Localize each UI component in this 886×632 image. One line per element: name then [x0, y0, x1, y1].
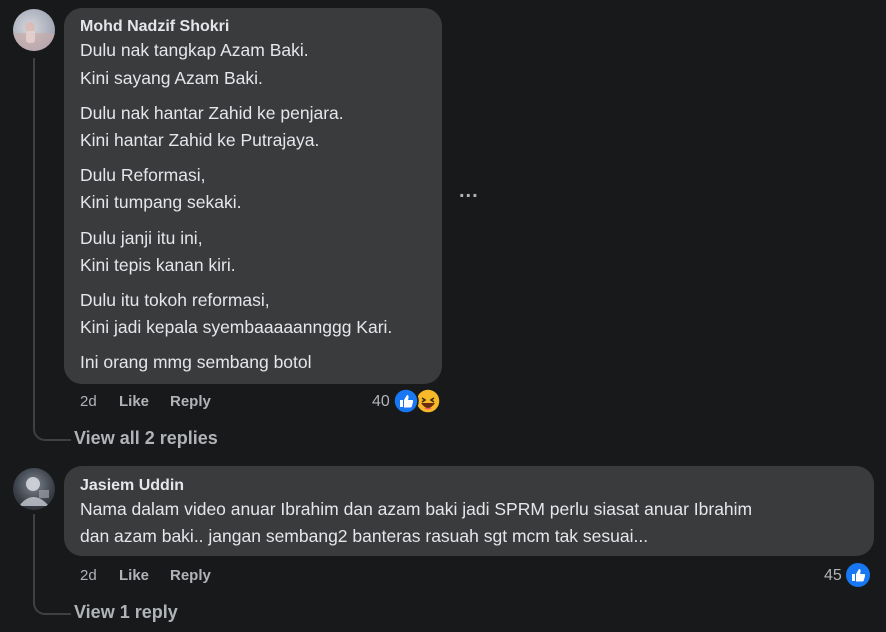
comment-text-line: Kini tumpang sekaki. [80, 192, 242, 212]
thread-line [33, 58, 35, 422]
profile-photo-icon [19, 477, 49, 506]
comment-author[interactable]: Jasiem Uddin [80, 477, 184, 495]
reply-button[interactable]: Reply [170, 393, 211, 410]
reaction-count[interactable]: 40 [372, 393, 390, 411]
comment-author[interactable]: Mohd Nadzif Shokri [80, 18, 229, 36]
like-icon [393, 389, 419, 414]
view-replies-link[interactable]: View all 2 replies [74, 428, 218, 449]
avatar[interactable] [13, 468, 55, 510]
like-button[interactable]: Like [119, 393, 149, 410]
comment-text-line: Dulu itu tokoh reformasi, [80, 290, 270, 310]
view-replies-link[interactable]: View 1 reply [74, 602, 178, 623]
thread-line [33, 514, 35, 596]
comment-text-line: Kini sayang Azam Baki. [80, 68, 263, 88]
comment-text-line: Dulu nak tangkap Azam Baki. [80, 40, 309, 60]
profile-photo-icon [13, 22, 55, 51]
reaction-count[interactable]: 45 [824, 567, 842, 585]
more-options-button[interactable]: ... [459, 180, 479, 203]
comment-text-line: Kini tepis kanan kiri. [80, 255, 236, 275]
reactions[interactable] [393, 389, 443, 415]
reactions[interactable] [845, 563, 871, 589]
comment-text-line: Nama dalam video anuar Ibrahim dan azam … [80, 499, 753, 519]
avatar[interactable] [13, 9, 55, 51]
reply-button[interactable]: Reply [170, 567, 211, 584]
thread-curve [33, 593, 71, 615]
comment-text-line: Dulu nak hantar Zahid ke penjara. [80, 103, 344, 123]
comment-time[interactable]: 2d [80, 567, 97, 584]
comment-text-line: Dulu Reformasi, [80, 165, 206, 185]
comment-time[interactable]: 2d [80, 393, 97, 410]
comment-text-line: dan azam baki.. jangan sembang2 banteras… [80, 526, 649, 546]
comment-text-line: Kini jadi kepala syembaaaaannggg Kari. [80, 317, 393, 337]
comment-text-line: Dulu janji itu ini, [80, 228, 203, 248]
like-icon [846, 563, 870, 587]
comments-panel: Mohd Nadzif Shokri Dulu nak tangkap Azam… [0, 0, 886, 632]
thread-curve [33, 419, 71, 441]
comment-text-line: Ini orang mmg sembang botol [80, 352, 312, 372]
comment-text-line: Kini hantar Zahid ke Putrajaya. [80, 130, 320, 150]
haha-icon [415, 389, 441, 414]
like-button[interactable]: Like [119, 567, 149, 584]
